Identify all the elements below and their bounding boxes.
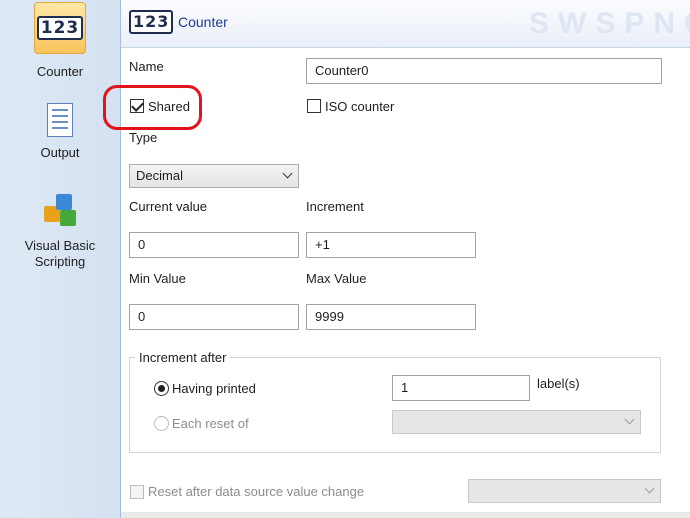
shared-checkbox[interactable] — [130, 99, 144, 113]
sidebar: 123 Counter Output Visual Basic Scriptin… — [0, 0, 121, 518]
having-printed-radio[interactable] — [154, 381, 169, 396]
each-reset-radio[interactable] — [154, 416, 169, 431]
labels-count-field[interactable]: 1 — [392, 375, 530, 401]
type-label: Type — [129, 130, 158, 145]
type-select[interactable]: Decimal — [129, 164, 299, 188]
chevron-down-icon — [646, 485, 654, 493]
name-label: Name — [129, 59, 164, 74]
chevron-down-icon — [284, 170, 292, 178]
sidebar-item-visual-basic-scripting[interactable]: Visual Basic Scripting — [0, 192, 120, 270]
checkmark-icon — [131, 99, 144, 112]
visual-basic-scripting-icon — [40, 192, 80, 232]
sidebar-item-label: Output — [40, 145, 80, 160]
increment-field[interactable]: +1 — [306, 232, 476, 258]
max-value-field[interactable]: 9999 — [306, 304, 476, 330]
sidebar-item-label: Counter — [36, 64, 84, 79]
max-value-label: Max Value — [306, 271, 367, 286]
reset-after-change-checkbox[interactable] — [130, 485, 144, 499]
each-reset-label: Each reset of — [172, 416, 249, 431]
sidebar-item-counter[interactable]: 123 Counter — [0, 2, 120, 80]
reset-source-select[interactable] — [468, 479, 661, 503]
min-value-label: Min Value — [129, 271, 186, 286]
sidebar-item-output[interactable]: Output — [0, 103, 120, 161]
type-select-value: Decimal — [136, 168, 183, 183]
iso-counter-checkbox[interactable] — [307, 99, 321, 113]
page-title: Counter — [178, 14, 228, 30]
current-value-label: Current value — [129, 199, 208, 214]
name-field[interactable]: Counter0 — [306, 58, 662, 84]
current-value-field[interactable]: 0 — [129, 232, 299, 258]
counter-icon: 123 — [34, 2, 86, 54]
shared-label: Shared — [148, 99, 190, 114]
having-printed-label: Having printed — [172, 381, 256, 396]
increment-label: Increment — [306, 199, 364, 214]
sidebar-item-label: Visual Basic Scripting — [24, 238, 96, 269]
increment-after-group — [129, 357, 661, 453]
output-document-icon — [47, 103, 73, 137]
counter-icon: 123 — [129, 10, 174, 34]
each-reset-select[interactable] — [392, 410, 641, 434]
bottom-strip — [121, 512, 690, 518]
increment-after-title: Increment after — [135, 350, 231, 365]
reset-after-change-label: Reset after data source value change — [148, 484, 365, 499]
iso-counter-label: ISO counter — [325, 99, 395, 114]
brand-watermark: SWSPNO — [529, 7, 690, 40]
panel-header: 123 Counter SWSPNO — [121, 0, 690, 48]
counter-icon-glyph: 123 — [36, 16, 84, 40]
chevron-down-icon — [626, 416, 634, 424]
labels-suffix: label(s) — [537, 376, 580, 391]
min-value-field[interactable]: 0 — [129, 304, 299, 330]
